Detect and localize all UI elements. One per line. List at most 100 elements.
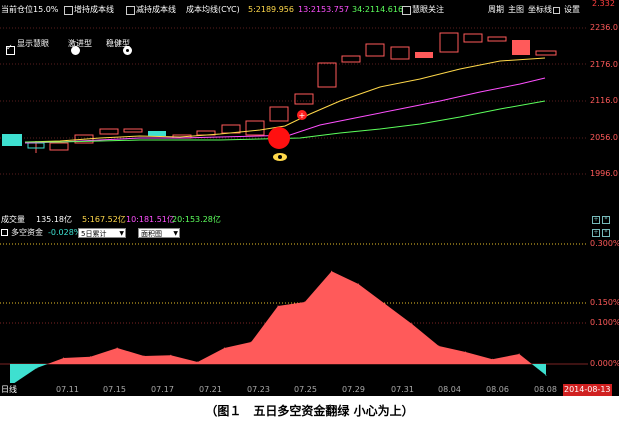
zoom-in-icon[interactable]: + xyxy=(592,229,600,237)
top-toolbar: 当前仓位15.0% 增持成本线 减持成本线 成本均线(CYC) 5:2189.9… xyxy=(0,0,619,21)
chevron-down-icon: ▼ xyxy=(119,230,124,237)
volume-ma5: 5:167.52亿 xyxy=(82,215,126,224)
indicator-value: -0.028% xyxy=(48,228,82,237)
style-select-value: 面积图 xyxy=(141,230,162,238)
price-tick: 2116.0 xyxy=(590,96,618,105)
indicator-header: 多空资金 -0.028% 5日累计 ▼ 面积图 ▼ + * xyxy=(0,226,619,240)
data-point xyxy=(518,353,520,355)
date-tick: 08.06 xyxy=(486,385,509,394)
volume-ma10: 10:181.51亿 xyxy=(126,215,175,224)
aggressive-label[interactable]: 激进型 xyxy=(68,38,92,50)
follow-checkbox[interactable] xyxy=(402,6,411,15)
date-tick: 07.23 xyxy=(247,385,270,394)
menu-settings[interactable]: 设置 xyxy=(564,4,580,16)
follow-label[interactable]: 慧眼关注 xyxy=(412,4,444,16)
data-point xyxy=(143,355,145,357)
stock-chart-app: 当前仓位15.0% 增持成本线 减持成本线 成本均线(CYC) 5:2189.9… xyxy=(0,0,619,430)
indicator-tick: 0.000% xyxy=(590,359,619,368)
data-point xyxy=(223,347,225,349)
date-tick: 07.21 xyxy=(199,385,222,394)
date-tick: 07.15 xyxy=(103,385,126,394)
increase-cost-checkbox[interactable] xyxy=(64,6,73,15)
data-point xyxy=(545,374,547,376)
price-tick: 2236.0 xyxy=(590,23,618,32)
zoom-in-icon[interactable]: + xyxy=(592,216,600,224)
candle xyxy=(294,93,314,105)
indicator-panel[interactable] xyxy=(0,240,588,383)
candle xyxy=(535,50,557,56)
candle xyxy=(415,52,433,58)
increase-cost-label[interactable]: 增持成本线 xyxy=(74,4,114,16)
negative-area xyxy=(531,364,546,376)
candle xyxy=(245,120,265,136)
candle xyxy=(463,33,483,43)
price-tick: 2176.0 xyxy=(590,60,618,69)
date-tick: 07.17 xyxy=(151,385,174,394)
candle xyxy=(512,40,530,55)
collapse-icon[interactable] xyxy=(1,229,8,236)
indicator-axis: 0.300% 0.150% 0.100% 0.000% xyxy=(588,239,619,383)
current-date-badge: 2014-08-13 xyxy=(563,384,612,396)
data-point xyxy=(491,358,493,360)
menu-coord[interactable]: 坐标线 xyxy=(528,4,552,16)
area-chart xyxy=(0,243,588,383)
candle xyxy=(148,131,166,136)
settings-icon[interactable]: * xyxy=(602,216,610,224)
menu-cycle[interactable]: 周期 xyxy=(488,4,504,16)
data-point xyxy=(331,270,333,272)
date-tick: 08.08 xyxy=(534,385,557,394)
candle xyxy=(99,128,119,135)
show-eye-label[interactable]: 显示慧眼 xyxy=(17,38,49,50)
settings-icon[interactable]: * xyxy=(602,229,610,237)
data-point xyxy=(63,357,65,359)
decrease-cost-label[interactable]: 减持成本线 xyxy=(136,4,176,16)
negative-area xyxy=(10,364,48,383)
figure-caption: （图１ 五日多空资金翻绿 小心为上） xyxy=(205,404,414,418)
volume-total: 135.18亿 xyxy=(36,215,72,224)
data-point xyxy=(411,323,413,325)
period-label[interactable]: 日线 xyxy=(1,384,17,396)
date-tick: 07.29 xyxy=(342,385,365,394)
data-point xyxy=(384,303,386,305)
data-point xyxy=(465,351,467,353)
price-panel[interactable]: + 显示慧眼 激进型 稳健型 xyxy=(0,21,588,214)
date-tick: 08.04 xyxy=(438,385,461,394)
data-point xyxy=(116,347,118,349)
positive-area xyxy=(47,271,532,364)
ma34-label: 34:2114.616 xyxy=(352,5,404,14)
decrease-cost-checkbox[interactable] xyxy=(126,6,135,15)
plus-marker-glyph: + xyxy=(299,111,306,120)
candle xyxy=(390,46,410,60)
data-point xyxy=(197,361,199,363)
date-tick: 07.11 xyxy=(56,385,79,394)
signal-dot xyxy=(268,127,290,149)
eye-pupil xyxy=(278,155,282,159)
indicator-name: 多空资金 xyxy=(11,228,43,237)
data-point xyxy=(250,341,252,343)
candle xyxy=(487,36,507,42)
data-point xyxy=(438,345,440,347)
steady-label[interactable]: 稳健型 xyxy=(106,38,130,50)
period-select[interactable]: 5日累计 ▼ xyxy=(78,228,126,238)
candle xyxy=(317,62,337,88)
volume-header: 成交量 135.18亿 5:167.52亿 10:181.51亿 20:153.… xyxy=(0,214,619,226)
data-point xyxy=(357,283,359,285)
candle xyxy=(365,43,385,57)
indicator-tick: 0.300% xyxy=(590,239,619,248)
date-tick: 07.31 xyxy=(391,385,414,394)
lock-icon[interactable] xyxy=(553,7,560,14)
date-axis: 日线 07.11 07.15 07.17 07.21 07.23 07.25 0… xyxy=(0,383,619,396)
data-point xyxy=(36,367,38,369)
show-eye-checkbox[interactable] xyxy=(6,43,15,55)
period-select-value: 5日累计 xyxy=(81,230,107,238)
style-select[interactable]: 面积图 ▼ xyxy=(138,228,180,238)
cost-avg-label: 成本均线(CYC) xyxy=(186,5,240,14)
position-label: 当前仓位15.0% xyxy=(1,5,59,14)
menu-main[interactable]: 主图 xyxy=(508,4,524,16)
price-axis: 2236.0 2176.0 2116.0 2056.0 1996.0 xyxy=(588,21,619,214)
chevron-down-icon: ▼ xyxy=(173,230,178,237)
price-tick: 2056.0 xyxy=(590,133,618,142)
data-point xyxy=(304,301,306,303)
volume-label: 成交量 xyxy=(1,215,25,224)
candle xyxy=(341,55,361,63)
